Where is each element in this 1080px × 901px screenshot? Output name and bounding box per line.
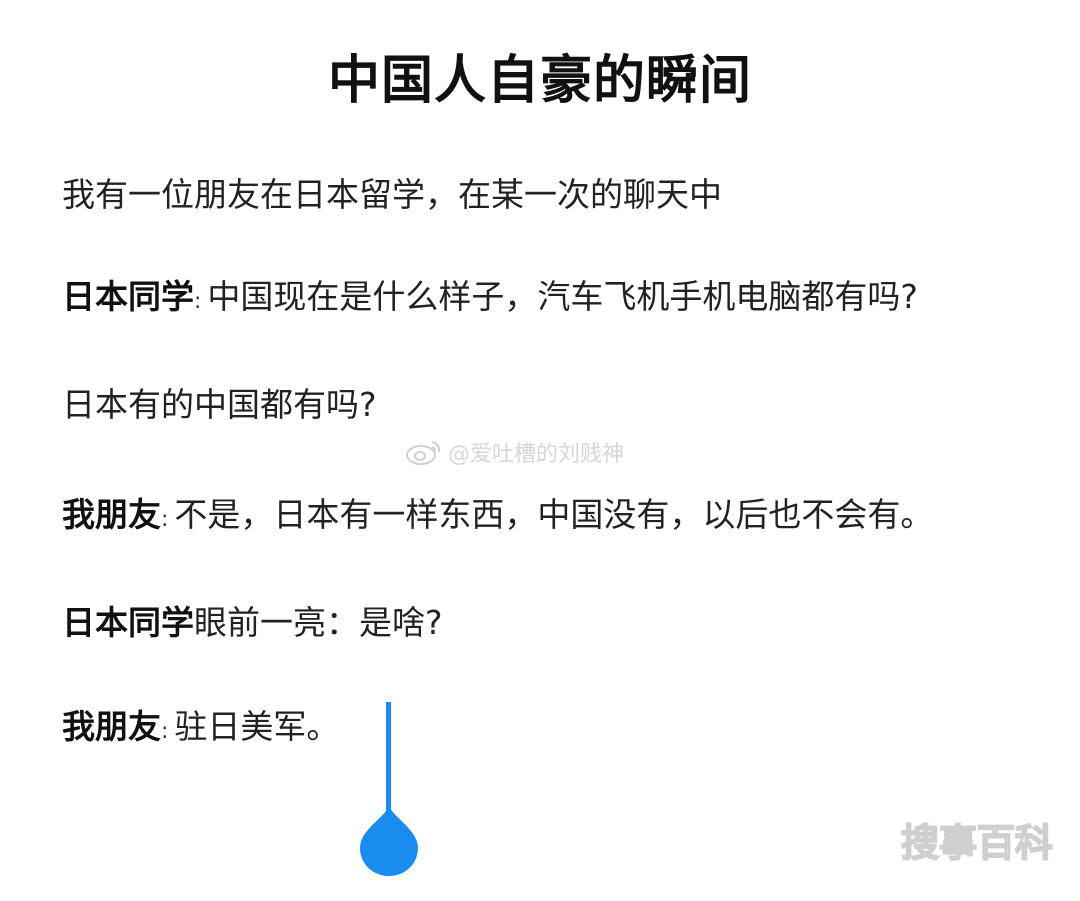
line-text: 驻日美军。 (174, 707, 340, 746)
text-line-dialogue-3: 我朋友: 不是，日本有一样东西，中国没有，以后也不会有。 (62, 492, 933, 543)
speaker-colon: : (161, 507, 169, 532)
corner-logo: 搜事百科 (900, 820, 1054, 866)
text-line-dialogue-2: 日本有的中国都有吗? (62, 382, 377, 428)
line-text: 眼前一亮：是啥? (194, 603, 443, 642)
line-text: 中国现在是什么样子，汽车飞机手机电脑都有吗? (207, 277, 918, 316)
weibo-icon (406, 441, 441, 465)
speaker-label: 我朋友 (62, 495, 161, 534)
text-line-dialogue-5: 我朋友: 驻日美军。 (62, 704, 339, 755)
speaker-colon: : (194, 289, 202, 314)
text-line-intro: 我有一位朋友在日本留学，在某一次的聊天中 (62, 172, 722, 218)
speaker-colon: : (161, 719, 169, 744)
line-text: 我有一位朋友在日本留学，在某一次的聊天中 (62, 175, 722, 214)
speaker-label: 我朋友 (62, 707, 161, 746)
speaker-label: 日本同学 (62, 603, 194, 642)
page-title: 中国人自豪的瞬间 (327, 51, 752, 111)
line-text: 日本有的中国都有吗? (62, 385, 377, 424)
line-text: 不是，日本有一样东西，中国没有，以后也不会有。 (174, 495, 934, 534)
weibo-watermark: @爱吐槽的刘贱神 (404, 436, 624, 468)
watermark-text: @爱吐槽的刘贱神 (448, 442, 625, 467)
text-line-dialogue-1: 日本同学: 中国现在是什么样子，汽车飞机手机电脑都有吗? (62, 274, 918, 325)
speaker-label: 日本同学 (62, 277, 194, 316)
text-cursor-handle-icon[interactable] (358, 700, 420, 880)
corner-logo-text: 搜事百科 (901, 821, 1053, 865)
text-line-dialogue-4: 日本同学眼前一亮：是啥? (62, 600, 443, 646)
